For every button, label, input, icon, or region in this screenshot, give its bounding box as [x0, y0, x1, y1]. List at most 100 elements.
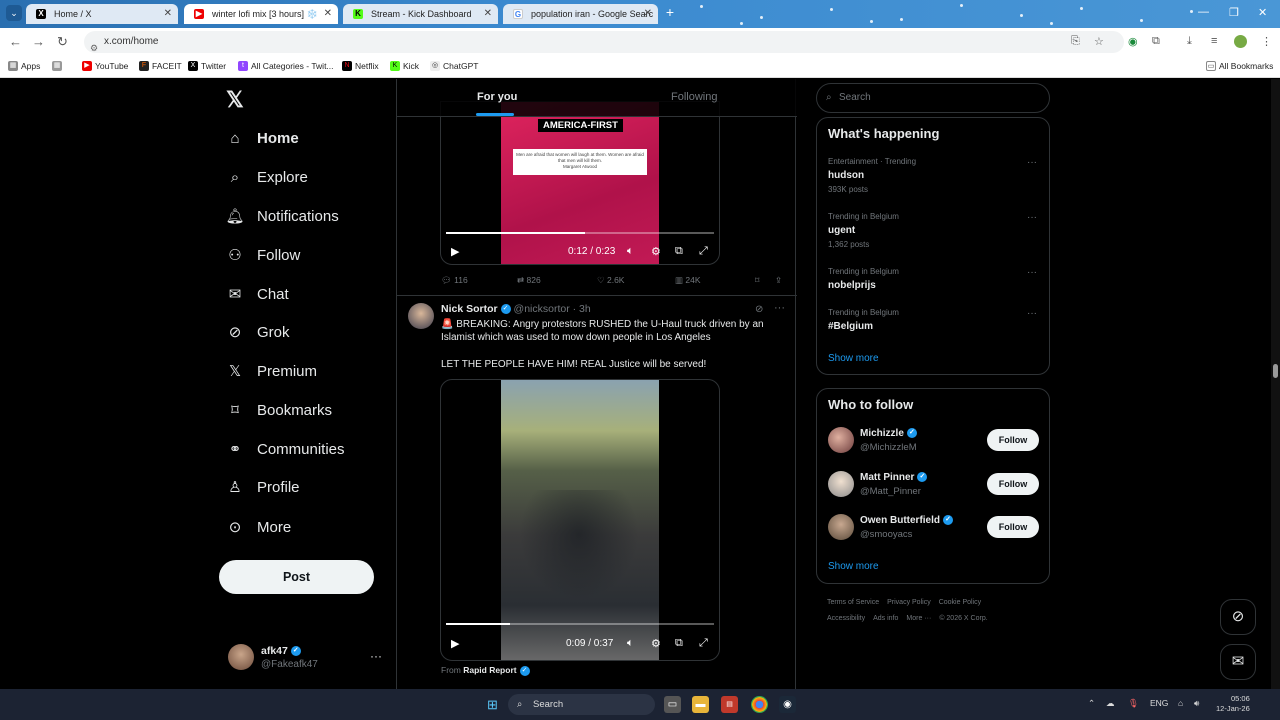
picture-in-picture-icon[interactable]: ⧉: [675, 637, 683, 650]
task-view-icon[interactable]: ▭: [664, 696, 681, 713]
grok-fab-icon[interactable]: ⊘: [1220, 599, 1256, 635]
minimize-icon[interactable]: —: [1198, 6, 1209, 18]
windows-start-icon[interactable]: ⊞: [484, 696, 501, 713]
taskbar-search[interactable]: ⌕ Search: [508, 694, 655, 715]
steam-icon[interactable]: ◉: [779, 696, 796, 713]
menu-dots-icon[interactable]: ⋮: [1261, 35, 1272, 48]
author-name[interactable]: Nick Sortor: [441, 303, 498, 315]
nav-item-bookmarks[interactable]: ⌑ Bookmarks: [226, 397, 332, 423]
settings-icon[interactable]: ⚙: [651, 637, 661, 650]
play-icon[interactable]: ▶: [451, 245, 459, 258]
fullscreen-icon[interactable]: ⤢: [699, 245, 708, 258]
video-progress-bar[interactable]: [446, 623, 714, 625]
footer-link[interactable]: Cookie Policy: [939, 599, 981, 606]
scrollbar-thumb[interactable]: [1273, 364, 1278, 378]
close-icon[interactable]: ✕: [324, 4, 332, 24]
follow-button[interactable]: Follow: [987, 473, 1039, 495]
repost-button[interactable]: ⇄ 826: [517, 275, 541, 286]
follow-button[interactable]: Follow: [987, 429, 1039, 451]
account-switcher[interactable]: afk47 ✓ @Fakeafk47 ···: [228, 642, 388, 674]
scrollbar[interactable]: [1271, 79, 1280, 689]
close-icon[interactable]: ✕: [644, 4, 652, 24]
close-icon[interactable]: ✕: [484, 4, 492, 24]
app-icon[interactable]: ▤: [721, 696, 738, 713]
microphone-icon[interactable]: 🎙︎: [1128, 698, 1139, 709]
footer-link[interactable]: Accessibility: [827, 615, 865, 622]
profile-avatar[interactable]: [1234, 35, 1247, 48]
bookmark-twitter[interactable]: X Twitter: [188, 61, 226, 71]
more-dots-icon[interactable]: ···: [1027, 212, 1037, 223]
extension-grammarly-icon[interactable]: ◉: [1128, 35, 1138, 48]
reload-icon[interactable]: ↻: [57, 34, 68, 50]
reply-button[interactable]: 💬︎ 116: [441, 275, 468, 286]
language-indicator[interactable]: ENG: [1150, 698, 1168, 708]
all-bookmarks[interactable]: ▭ All Bookmarks: [1206, 61, 1273, 71]
chrome-icon[interactable]: [751, 696, 768, 713]
more-dots-icon[interactable]: ···: [370, 649, 382, 663]
star-icon[interactable]: ☆: [1094, 35, 1104, 48]
play-icon[interactable]: ▶: [451, 637, 459, 650]
nav-item-follow[interactable]: ⚇ Follow: [226, 242, 300, 268]
volume-icon[interactable]: 🔈︎: [627, 637, 634, 650]
bookmark-netflix[interactable]: N Netflix: [342, 61, 379, 71]
x-logo-icon[interactable]: 𝕏: [226, 87, 244, 113]
install-icon[interactable]: ⎘: [1071, 35, 1080, 48]
tab-search-button[interactable]: ⌄: [6, 5, 22, 21]
author-handle[interactable]: @nicksortor: [514, 303, 570, 315]
nav-item-chat[interactable]: ✉ Chat: [226, 281, 289, 307]
volume-icon[interactable]: 🔈︎: [627, 245, 634, 258]
bookmark-button[interactable]: ⌑: [755, 275, 759, 286]
nav-item-premium[interactable]: 𝕏 Premium: [226, 358, 317, 384]
nav-item-notifications[interactable]: 🔔︎ Notifications: [225, 203, 338, 229]
tray-chevron-icon[interactable]: ⌃: [1088, 698, 1095, 709]
show-more-link[interactable]: Show more: [828, 561, 879, 572]
views-button[interactable]: ▥ 24K: [675, 275, 701, 286]
browser-tab-youtube[interactable]: ▶ winter lofi mix [3 hours] ❄️ ✕: [184, 4, 338, 24]
nav-item-explore[interactable]: ⌕ Explore: [226, 164, 308, 190]
messages-fab-icon[interactable]: ✉: [1220, 644, 1256, 680]
download-icon[interactable]: ⤓: [1187, 35, 1192, 48]
restore-icon[interactable]: ❐: [1229, 6, 1239, 19]
browser-tab-kick[interactable]: K Stream - Kick Dashboard ✕: [343, 4, 498, 24]
footer-link[interactable]: More ···: [906, 615, 931, 622]
footer-link[interactable]: Ads info: [873, 615, 898, 622]
bookmark-twitch[interactable]: t All Categories - Twit...: [238, 61, 334, 71]
more-dots-icon[interactable]: ···: [1027, 157, 1037, 168]
more-dots-icon[interactable]: ···: [1027, 267, 1037, 278]
picture-in-picture-icon[interactable]: ⧉: [675, 245, 683, 258]
search-input[interactable]: ⌕ Search: [816, 83, 1050, 113]
bookmark-faceit[interactable]: F FACEIT: [139, 61, 182, 71]
wifi-icon[interactable]: ⌂: [1178, 698, 1183, 708]
back-icon[interactable]: ←: [9, 34, 22, 49]
extensions-icon[interactable]: ⧉: [1152, 35, 1160, 48]
post-button[interactable]: Post: [219, 560, 374, 594]
bookmark-kick[interactable]: K Kick: [390, 61, 419, 71]
clock[interactable]: 05:06 12-Jan-26: [1216, 694, 1250, 714]
file-explorer-icon[interactable]: ▬: [692, 696, 709, 713]
more-dots-icon[interactable]: ···: [1027, 308, 1037, 319]
nav-item-profile[interactable]: ♙ Profile: [226, 474, 299, 500]
nav-item-communities[interactable]: ⚭ Communities: [226, 436, 345, 462]
url-input[interactable]: ⚙ x.com/home: [84, 31, 1124, 53]
show-more-link[interactable]: Show more: [828, 353, 879, 364]
tab-for-you[interactable]: For you: [477, 91, 517, 103]
close-icon[interactable]: ✕: [164, 4, 172, 24]
volume-icon[interactable]: 🔊︎: [1194, 698, 1199, 709]
video-player[interactable]: ▶ 0:09 / 0:37 🔈︎ ⚙ ⧉ ⤢: [440, 379, 720, 661]
like-button[interactable]: ♡ 2.6K: [597, 275, 624, 286]
video-player[interactable]: AMERICA-FIRST Men are afraid that women …: [440, 101, 720, 265]
bookmark-apps[interactable]: ▦ Apps: [8, 61, 40, 71]
bookmark-youtube[interactable]: ▶ YouTube: [82, 61, 128, 71]
author-avatar[interactable]: [408, 303, 434, 329]
more-dots-icon[interactable]: ···: [774, 302, 785, 314]
nav-item-home[interactable]: ⌂ Home: [226, 125, 298, 151]
footer-link[interactable]: Terms of Service: [827, 599, 879, 606]
video-progress-bar[interactable]: [446, 232, 714, 234]
media-control-icon[interactable]: ≡: [1211, 35, 1217, 47]
footer-link[interactable]: Privacy Policy: [887, 599, 931, 606]
new-tab-button[interactable]: +: [663, 5, 677, 20]
forward-icon[interactable]: →: [32, 34, 45, 49]
network-app-icon[interactable]: ☁: [1106, 698, 1115, 709]
grok-icon[interactable]: ⊘: [755, 304, 763, 315]
source-name[interactable]: Rapid Report: [463, 665, 516, 675]
